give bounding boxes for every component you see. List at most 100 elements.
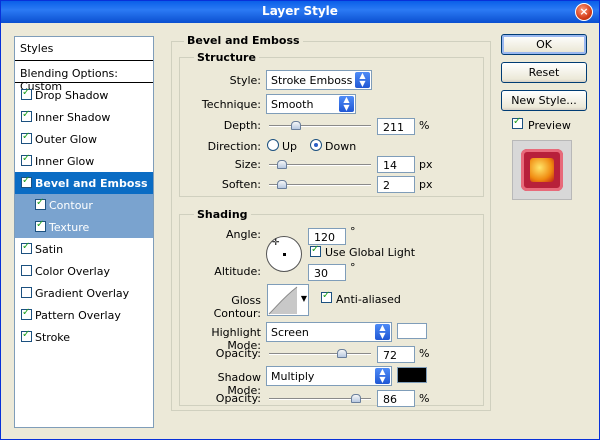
gloss-contour-picker[interactable]: ▼ [267,284,309,316]
direction-label: Direction: [207,140,261,153]
size-input[interactable]: 14 [377,156,415,173]
global-light-label: Use Global Light [325,246,416,259]
depth-input[interactable]: 211 [377,118,415,135]
new-style-button[interactable]: New Style... [501,90,587,111]
altitude-unit: ° [350,261,356,274]
chevron-updown-icon: ▲ ▼ [375,324,390,340]
highlight-opacity-label: Opacity: [215,347,261,360]
soften-label: Soften: [221,178,261,191]
dropdown-arrow-icon: ▼ [300,294,307,303]
highlight-color-swatch[interactable] [397,323,427,339]
texture-checkbox[interactable] [35,219,46,232]
size-slider[interactable] [269,160,371,169]
layer-style-dialog: Layer Style × Styles Blending Options: C… [0,0,600,440]
highlight-opacity-slider[interactable] [269,349,371,358]
style-item-inner-shadow[interactable]: Inner Shadow [15,106,153,128]
chevron-updown-icon: ▲ ▼ [355,72,370,88]
preview-swatch [521,149,563,191]
angle-unit: ° [350,225,356,238]
pattern-overlay-checkbox[interactable] [21,307,32,320]
angle-dial[interactable]: ✛ [266,236,302,272]
soften-slider-thumb[interactable] [277,180,287,189]
size-label: Size: [234,158,261,171]
inner-glow-checkbox[interactable] [21,153,32,166]
soften-input[interactable]: 2 [377,176,415,193]
depth-slider-thumb[interactable] [291,121,301,130]
contour-curve-icon [268,286,298,315]
satin-checkbox[interactable] [21,241,32,254]
global-light-checkbox[interactable] [310,244,321,257]
size-unit: px [419,158,433,171]
contour-checkbox[interactable] [35,197,46,210]
style-item-contour[interactable]: Contour [15,194,153,216]
inner-shadow-checkbox[interactable] [21,109,32,122]
highlight-mode-select[interactable]: Screen ▲ ▼ [266,322,392,342]
highlight-opacity-thumb[interactable] [337,349,347,358]
shadow-opacity-label: Opacity: [215,392,261,405]
shadow-color-swatch[interactable] [397,367,427,383]
gradient-overlay-checkbox[interactable] [21,287,32,298]
bevel-emboss-checkbox[interactable] [21,175,32,188]
style-label: Style: [229,74,261,87]
outer-glow-checkbox[interactable] [21,131,32,144]
direction-up-label: Up [282,140,298,153]
style-item-inner-glow[interactable]: Inner Glow [15,150,153,172]
soften-unit: px [419,178,433,191]
angle-label: Angle: [225,228,261,241]
style-item-texture[interactable]: Texture [15,216,153,238]
structure-title: Structure [194,51,259,64]
shadow-mode-select[interactable]: Multiply ▲ ▼ [266,366,392,386]
size-slider-thumb[interactable] [277,160,287,169]
shadow-opacity-slider[interactable] [269,394,371,403]
altitude-input[interactable]: 30 [308,264,346,281]
anti-aliased-label: Anti-aliased [336,293,401,306]
window-title: Layer Style [262,4,338,18]
color-overlay-checkbox[interactable] [21,265,32,276]
depth-label: Depth: [223,119,261,132]
style-item-drop-shadow[interactable]: Drop Shadow [15,84,153,106]
crosshair-icon: ✛ [272,238,280,248]
style-item-color-overlay[interactable]: Color Overlay [15,260,153,282]
style-item-bevel-emboss[interactable]: Bevel and Emboss [15,172,153,194]
highlight-opacity-unit: % [419,347,430,360]
style-item-gradient-overlay[interactable]: Gradient Overlay [15,282,153,304]
reset-button[interactable]: Reset [501,62,587,83]
direction-up-radio[interactable] [267,139,279,151]
styles-list: Styles Blending Options: Custom Drop Sha… [14,36,154,428]
shading-title: Shading [194,208,251,221]
shadow-opacity-unit: % [419,392,430,405]
ok-button[interactable]: OK [501,34,587,55]
depth-slider[interactable] [269,121,371,130]
direction-down-label: Down [325,140,357,153]
styles-header[interactable]: Styles [15,37,153,61]
style-item-satin[interactable]: Satin [15,238,153,260]
blending-options-item[interactable]: Blending Options: Custom [15,63,153,93]
depth-unit: % [419,119,430,132]
bevel-emboss-title: Bevel and Emboss [184,34,303,47]
stroke-checkbox[interactable] [21,329,32,342]
angle-input[interactable]: 120 [308,228,346,245]
anti-aliased-checkbox[interactable] [321,290,332,303]
preview-label: Preview [528,119,571,132]
style-item-pattern-overlay[interactable]: Pattern Overlay [15,304,153,326]
technique-label: Technique: [201,98,261,111]
style-item-stroke[interactable]: Stroke [15,326,153,348]
style-item-outer-glow[interactable]: Outer Glow [15,128,153,150]
shadow-opacity-input[interactable]: 86 [377,390,415,407]
shadow-opacity-thumb[interactable] [351,394,361,403]
chevron-updown-icon: ▲ ▼ [375,368,390,384]
gloss-contour-label: Gloss Contour: [213,294,261,320]
altitude-label: Altitude: [214,265,261,278]
style-select[interactable]: Stroke Emboss ▲ ▼ [266,70,372,90]
drop-shadow-checkbox[interactable] [21,87,32,100]
chevron-updown-icon: ▲ ▼ [339,96,354,112]
soften-slider[interactable] [269,180,371,189]
technique-select[interactable]: Smooth ▲ ▼ [266,94,356,114]
preview-checkbox[interactable] [512,116,523,129]
style-preview-thumbnail [512,140,572,200]
close-button[interactable]: × [575,3,593,21]
title-bar[interactable]: Layer Style × [1,1,599,23]
highlight-opacity-input[interactable]: 72 [377,346,415,363]
angle-dial-center [283,253,286,256]
direction-down-radio[interactable] [310,139,322,151]
